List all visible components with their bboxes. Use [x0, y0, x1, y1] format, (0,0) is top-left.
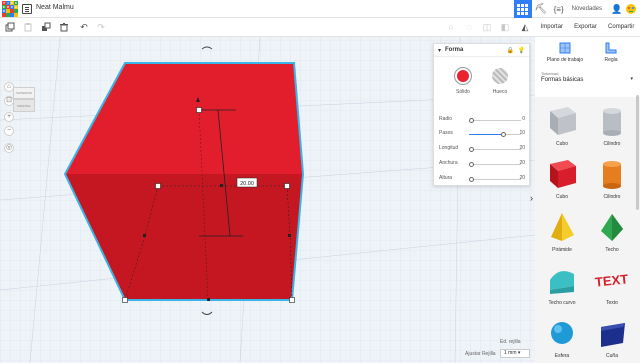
export-button[interactable]: Exportar	[574, 24, 597, 30]
handle-mid-right[interactable]	[288, 234, 291, 237]
handle-mid-bottom[interactable]	[207, 298, 210, 301]
cylinder-orange-icon	[603, 161, 621, 189]
slider-knob[interactable]	[501, 132, 506, 137]
param-anchura[interactable]: Anchura 20	[439, 159, 525, 169]
text-shape-icon: TEXT	[594, 271, 629, 289]
handle-top-right[interactable]	[284, 183, 290, 189]
solid-color-swatch[interactable]	[455, 68, 471, 84]
news-link[interactable]: Novedades	[572, 6, 602, 12]
group-icon[interactable]: ◫	[481, 21, 493, 33]
shape-cylinder-gray[interactable]: Cilindro	[587, 101, 637, 153]
top-bar: T I N K E R C A D Neat Malmu ⛏ {≡} Noved…	[0, 0, 640, 18]
import-button[interactable]: Importar	[541, 24, 563, 30]
param-pasos[interactable]: Pasos 10	[439, 129, 525, 139]
shape-category-select[interactable]: Tinkercad Formas básicas ▾	[541, 71, 633, 83]
sphere-icon	[551, 322, 573, 344]
view-cube[interactable]: SUPERIOR FRONTAL	[13, 87, 35, 113]
workplane-icon	[558, 41, 572, 55]
delete-icon[interactable]	[58, 21, 70, 33]
collapse-panel-icon[interactable]: ›	[530, 193, 533, 203]
cube-red-icon	[550, 160, 576, 188]
fit-view-icon[interactable]: ⊡	[4, 96, 14, 106]
ungroup-icon[interactable]: ◧	[499, 21, 511, 33]
slider-knob[interactable]	[469, 162, 474, 167]
undo-icon[interactable]: ↶	[78, 21, 90, 33]
shape-library-scrollbar[interactable]	[636, 95, 639, 210]
param-radio[interactable]: Radio 0	[439, 115, 525, 125]
add-user-icon[interactable]: 👤	[610, 2, 624, 16]
handle-top-left[interactable]	[155, 183, 161, 189]
wedge-icon	[601, 323, 625, 347]
edit-grid-link[interactable]: Ed. rejilla	[500, 339, 521, 345]
zoom-out-icon[interactable]: −	[4, 126, 14, 136]
inspector-title: Forma	[445, 47, 464, 53]
visibility-bulb-icon[interactable]: 💡	[518, 47, 525, 54]
workplane-tool[interactable]: Plano de trabajo	[543, 41, 587, 63]
solid-label: Sólido	[456, 89, 470, 95]
avatar[interactable]	[624, 2, 638, 16]
shapes-sidebar: Plano de trabajo Regla Tinkercad Formas …	[535, 37, 640, 363]
inspector-header[interactable]: ▾ Forma	[434, 44, 529, 57]
cube-gray-icon	[550, 107, 576, 135]
param-altura[interactable]: Altura 20	[439, 174, 525, 184]
shape-library: Cubo Cilindro Cubo Cilindro Pirámide Tec…	[535, 97, 640, 363]
curved-roof-icon	[550, 271, 574, 294]
mirror-icon[interactable]: ◭	[519, 21, 531, 33]
pickaxe-icon[interactable]: ⛏	[532, 0, 550, 18]
note-icon[interactable]: ◌	[463, 21, 475, 33]
shape-sphere[interactable]: Esfera	[537, 313, 587, 363]
lock-icon[interactable]: 🔒	[507, 47, 514, 54]
snap-grid-label: Ajustar Rejilla	[465, 351, 496, 357]
shape-inspector: ▾ Forma 🔒 💡 Sólido Hueco Radio 0 Pasos 1…	[433, 43, 530, 186]
shape-box-red[interactable]: Cubo	[537, 154, 587, 206]
hole-label: Hueco	[492, 89, 508, 95]
ruler-tool[interactable]: Regla	[589, 41, 633, 63]
svg-text:TEXT: TEXT	[594, 271, 629, 289]
grid-view-icon[interactable]	[513, 0, 532, 18]
dimension-label: 20.00	[240, 181, 254, 187]
handle-bottom-left[interactable]	[122, 297, 128, 303]
paste-icon[interactable]	[22, 21, 34, 33]
light-bulb-icon[interactable]: ○	[445, 21, 457, 33]
handle-mid-left[interactable]	[143, 234, 146, 237]
zoom-in-icon[interactable]: +	[4, 112, 14, 122]
design-title[interactable]: Neat Malmu	[36, 4, 74, 11]
snap-grid-select[interactable]: 1 mm ▾	[500, 349, 530, 358]
tinkercad-logo[interactable]: T I N K E R C A D	[2, 1, 18, 17]
code-blocks-icon[interactable]: {≡}	[550, 0, 568, 18]
pyramid-icon	[551, 213, 574, 241]
shape-pyramid[interactable]: Pirámide	[537, 207, 587, 259]
cylinder-gray-icon	[603, 108, 621, 136]
edit-toolbar: ↶ ↷ ○ ◌ ◫ ◧ ◭	[0, 18, 535, 37]
shape-text[interactable]: TEXT Texto	[587, 260, 637, 312]
view-cube-front[interactable]: FRONTAL	[13, 99, 35, 112]
duplicate-icon[interactable]	[40, 21, 52, 33]
shape-wedge[interactable]: Cuña	[587, 313, 637, 363]
import-export-bar: Importar Exportar Compartir	[535, 18, 640, 37]
slider-knob[interactable]	[469, 118, 474, 123]
handle-bottom-right[interactable]	[289, 297, 295, 303]
home-view-icon[interactable]: ⌂	[4, 82, 14, 92]
shape-roof[interactable]: Techo	[587, 207, 637, 259]
copy-icon[interactable]	[4, 21, 16, 33]
share-button[interactable]: Compartir	[608, 24, 634, 30]
param-longitud[interactable]: Longitud 20	[439, 144, 525, 154]
hole-swatch[interactable]	[492, 68, 508, 84]
design-list-icon[interactable]	[22, 4, 32, 14]
redo-icon[interactable]: ↷	[95, 21, 107, 33]
slider-knob[interactable]	[469, 177, 474, 182]
ruler-icon	[604, 41, 618, 55]
collapse-icon[interactable]: ▾	[438, 47, 441, 54]
perspective-icon[interactable]: ◎	[4, 143, 14, 153]
chevron-down-icon: ▾	[630, 76, 633, 82]
handle-height[interactable]	[196, 107, 202, 113]
handle-mid-top[interactable]	[220, 184, 223, 187]
shape-box-gray[interactable]: Cubo	[537, 101, 587, 153]
shape-curved-roof[interactable]: Techo curvo	[537, 260, 587, 312]
shape-cylinder-orange[interactable]: Cilindro	[587, 154, 637, 206]
slider-knob[interactable]	[469, 147, 474, 152]
roof-icon	[601, 214, 623, 241]
view-cube-top[interactable]: SUPERIOR	[13, 87, 35, 99]
